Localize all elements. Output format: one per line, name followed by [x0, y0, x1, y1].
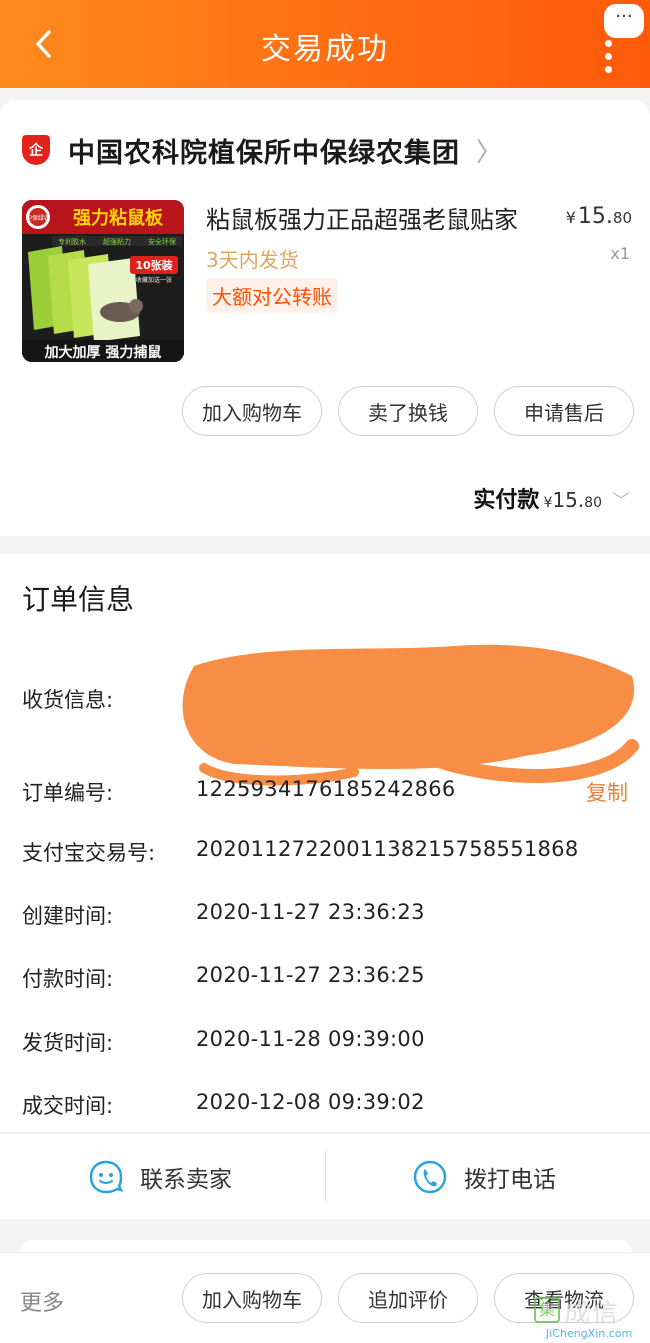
alipay-trade-value: 2020112722001138215758551868: [196, 837, 579, 861]
alipay-trade-label: 支付宝交易号:: [22, 841, 156, 865]
contact-seller-label: 联系卖家: [140, 1167, 232, 1193]
shipped-time-label: 发货时间:: [22, 1031, 114, 1055]
shipped-time-value: 2020-11-28 09:39:00: [196, 1027, 425, 1051]
site-watermark: 集 成信 JiChengXin.com: [534, 1293, 644, 1341]
image-gift: 收藏加送一张: [136, 276, 172, 284]
redacted-address: [182, 644, 639, 786]
paid-label: 实付款: [473, 488, 540, 513]
paid-time-label: 付款时间:: [22, 967, 114, 991]
enterprise-shop-icon: 企: [22, 135, 50, 165]
chevron-down-icon: ﹀: [612, 491, 630, 512]
paid-value: 15.80: [552, 488, 602, 512]
page-title: 交易成功: [261, 32, 389, 67]
after-sale-button[interactable]: 申请售后: [494, 386, 634, 436]
product-image[interactable]: 中保绿农 强力粘鼠板 专利胶水 超强粘力 安全环保 10张装 收藏加送一张 加大…: [22, 200, 184, 362]
product-title[interactable]: 粘鼠板强力正品超强老鼠贴家: [206, 200, 518, 235]
paid-time-value: 2020-11-27 23:36:25: [196, 963, 425, 987]
watermark-text: 成信: [564, 1299, 621, 1329]
image-brand: 中保绿农: [26, 214, 50, 222]
order-number-value: 1225934176185242866: [196, 777, 456, 801]
product-image-art: 中保绿农 强力粘鼠板 专利胶水 超强粘力 安全环保 10张装 收藏加送一张 加大…: [22, 200, 184, 362]
contact-divider: [325, 1150, 326, 1202]
contact-bar: 联系卖家 拨打电话: [0, 1133, 650, 1219]
price-dec: 80: [612, 209, 632, 227]
more-bubble[interactable]: ···: [604, 4, 644, 38]
order-item-card: 企 中国农科院植保所中保绿农集团 〉 中保绿农 强力粘鼠板 专利胶水 超强粘力 …: [0, 100, 650, 536]
product-price: ¥15.80: [566, 204, 632, 229]
image-bottom-text: 加大加厚 强力捕鼠: [44, 344, 162, 361]
corporate-transfer-tag: 大额对公转账: [206, 278, 338, 313]
price-int: 15.: [577, 204, 613, 229]
sell-for-cash-button[interactable]: 卖了换钱: [338, 386, 478, 436]
bottom-add-to-cart-button[interactable]: 加入购物车: [182, 1273, 322, 1323]
completed-time-value: 2020-12-08 09:39:02: [196, 1090, 425, 1114]
add-to-cart-button[interactable]: 加入购物车: [182, 386, 322, 436]
product-quantity: x1: [610, 244, 630, 263]
more-button[interactable]: 更多: [20, 1285, 64, 1317]
image-count: 10张装: [135, 258, 172, 272]
order-info-title: 订单信息: [22, 583, 135, 616]
watermark-url: JiChengXin.com: [546, 1327, 633, 1340]
paid-currency: ¥: [543, 495, 553, 511]
price-currency: ¥: [565, 208, 576, 227]
watermark-logo-icon: 集: [534, 1297, 560, 1323]
created-time-value: 2020-11-27 23:36:23: [196, 900, 425, 924]
copy-button[interactable]: 复制: [586, 777, 628, 807]
order-info-card: 订单信息 收货信息: 订单编号: 1225934176185242866 复制 …: [0, 554, 650, 1132]
more-menu-icon[interactable]: [605, 40, 612, 79]
phone-icon: [413, 1160, 447, 1194]
completed-time-label: 成交时间:: [22, 1094, 114, 1118]
created-time-label: 创建时间:: [22, 904, 114, 928]
call-phone-button[interactable]: 拨打电话: [412, 1134, 556, 1220]
shop-name: 中国农科院植保所中保绿农集团: [68, 137, 460, 169]
image-sub-mid: 超强粘力: [103, 237, 131, 246]
contact-seller-button[interactable]: 联系卖家: [88, 1134, 232, 1220]
shipping-info-label: 收货信息:: [22, 688, 114, 712]
add-review-button[interactable]: 追加评价: [338, 1273, 478, 1323]
shop-row[interactable]: 企 中国农科院植保所中保绿农集团 〉: [22, 130, 502, 170]
paid-amount-row[interactable]: 实付款 ¥ 15.80 ﹀: [473, 482, 630, 514]
call-phone-label: 拨打电话: [464, 1167, 556, 1193]
image-sub-left: 专利胶水: [58, 237, 86, 246]
order-number-label: 订单编号:: [22, 781, 114, 805]
image-sub-right: 安全环保: [148, 237, 176, 246]
chat-bubble-icon: [89, 1160, 124, 1194]
shipping-note: 3天内发货: [206, 248, 299, 272]
top-bar: 交易成功 ···: [0, 0, 650, 88]
chevron-right-icon: 〉: [476, 137, 503, 168]
image-headline: 强力粘鼠板: [73, 207, 164, 229]
